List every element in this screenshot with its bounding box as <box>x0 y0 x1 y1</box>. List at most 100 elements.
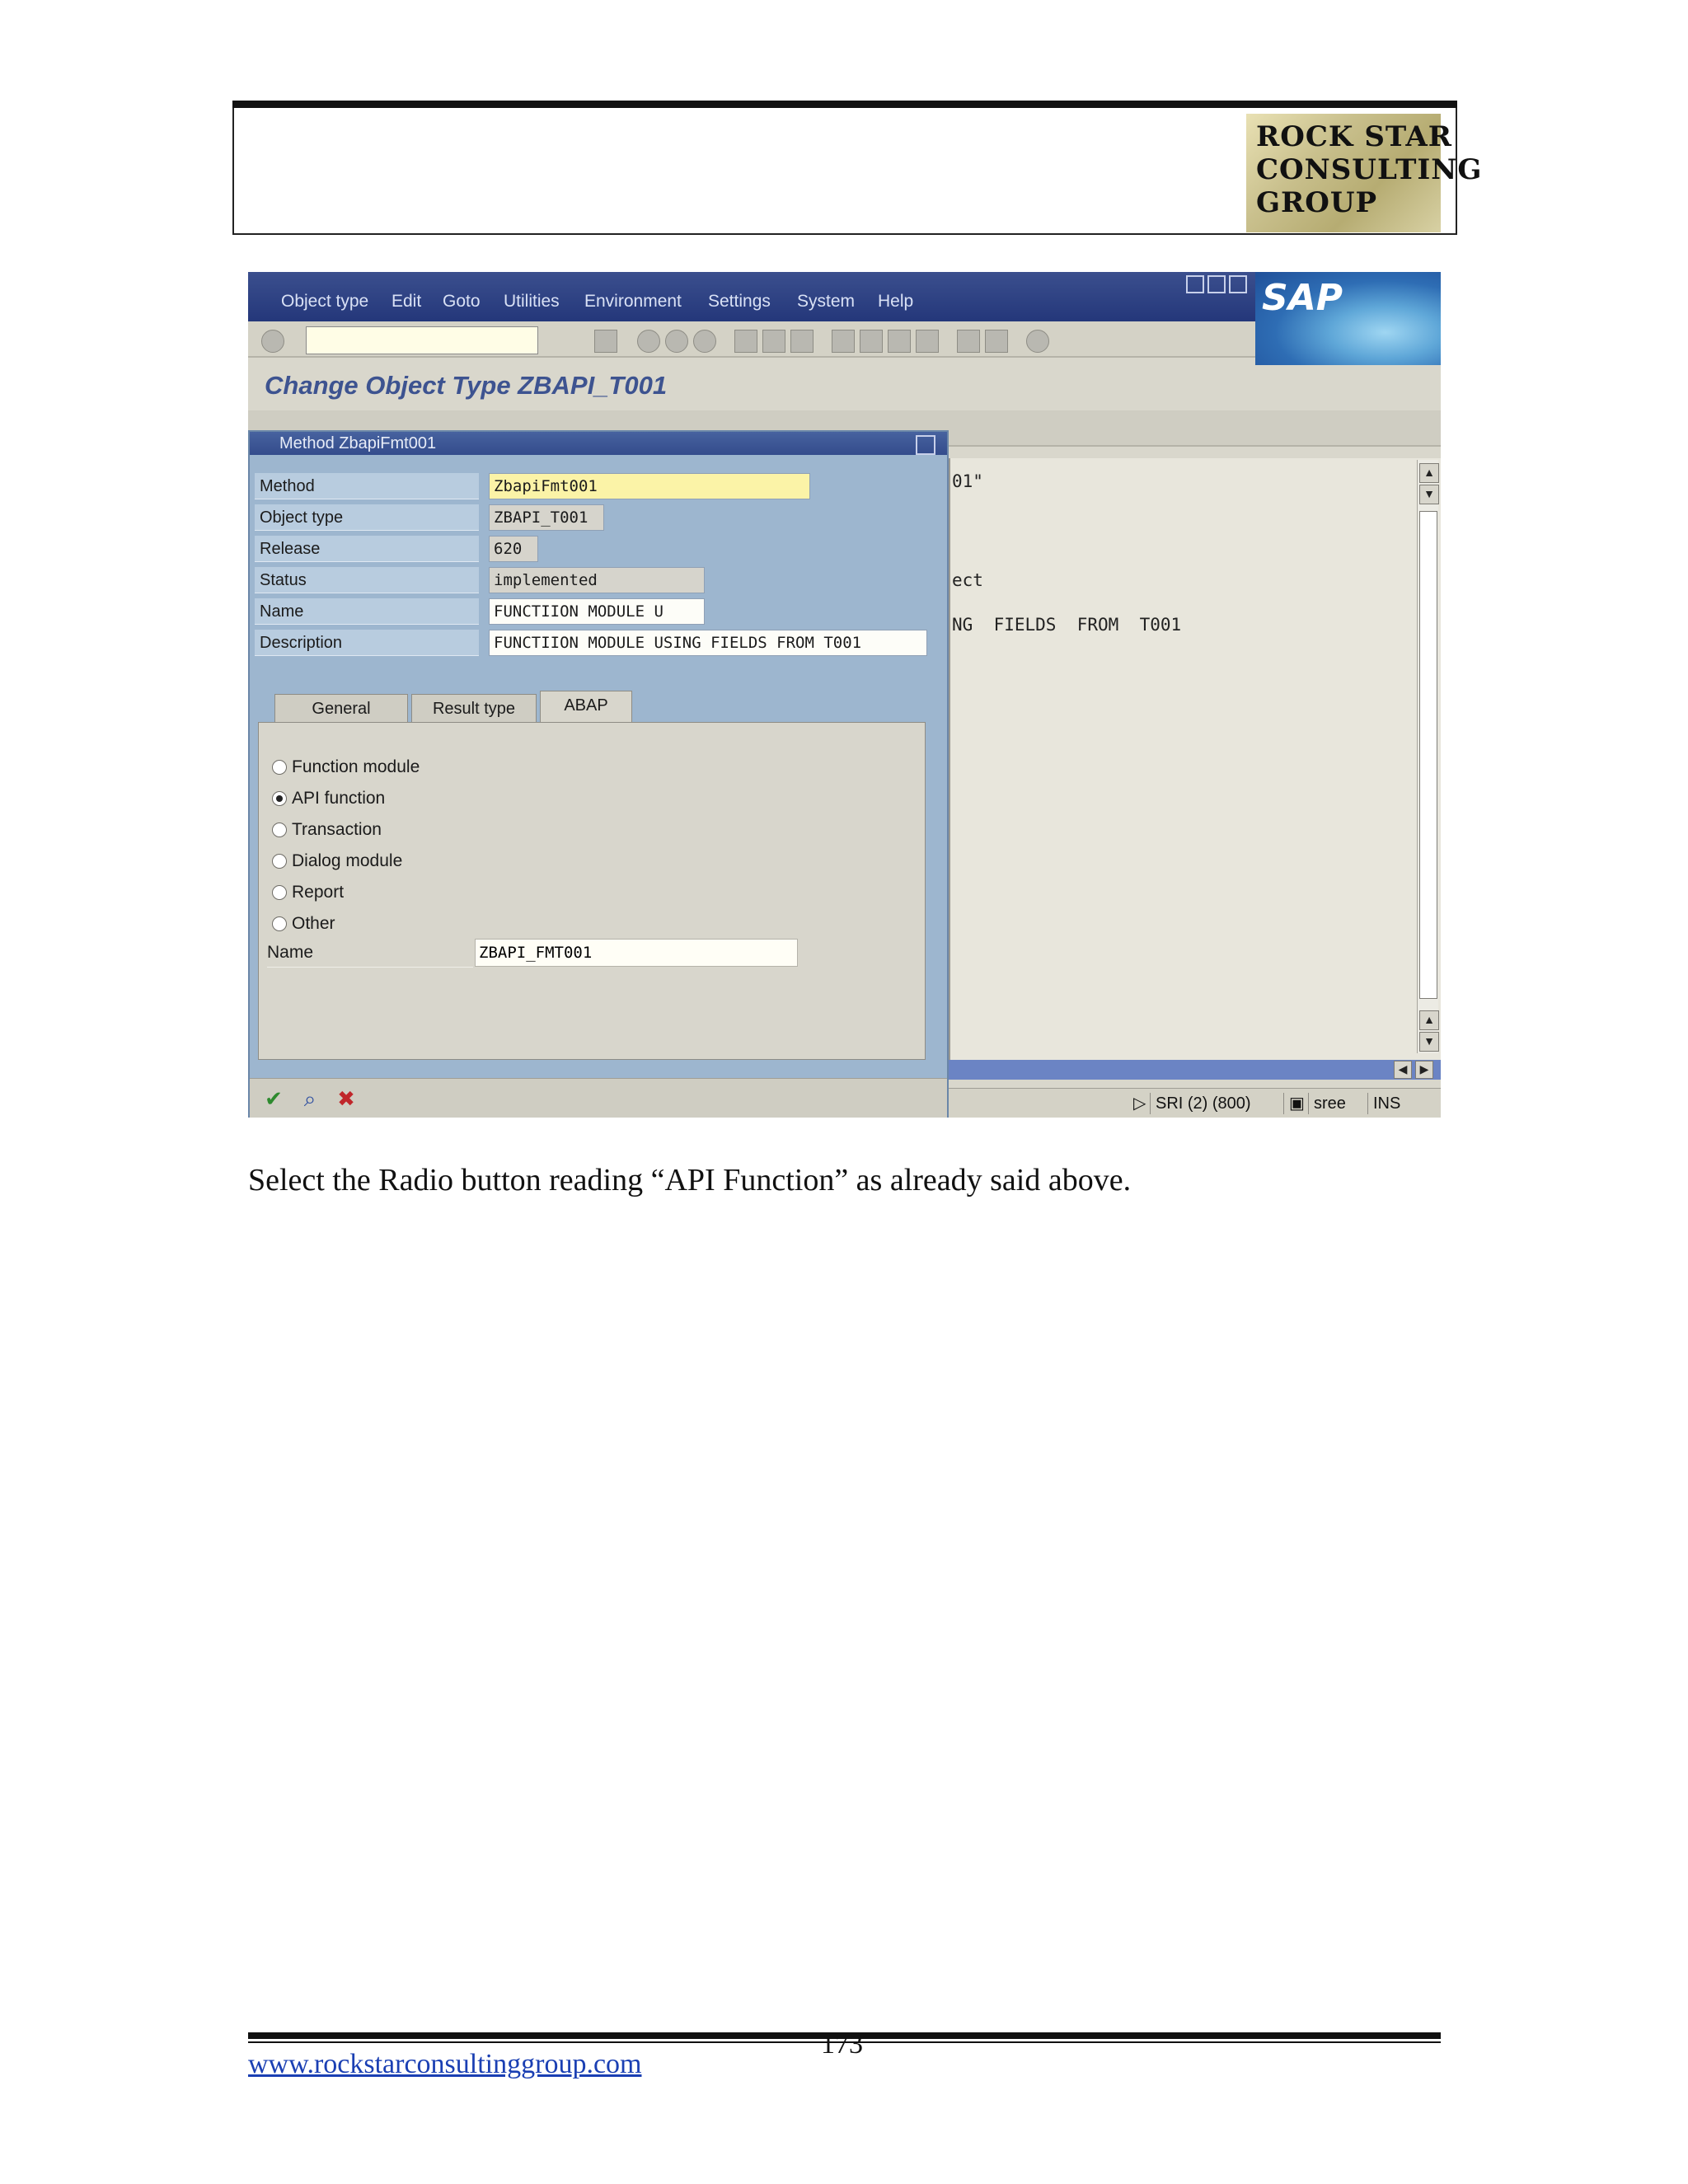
menu-edit[interactable]: Edit <box>392 292 421 312</box>
help-icon[interactable] <box>1026 330 1049 353</box>
field-object-type: Object type ZBAPI_T001 <box>255 504 815 531</box>
page-up-icon[interactable]: ▼ <box>1419 485 1439 504</box>
instruction-text: Select the Radio button reading “API Fun… <box>248 1163 1132 1197</box>
logo-line-1: ROCK STAR <box>1256 120 1452 153</box>
description-label: Description <box>255 630 479 656</box>
radio-button-icon[interactable] <box>272 854 287 869</box>
name-label: Name <box>255 598 479 625</box>
last-page-icon[interactable] <box>916 330 939 353</box>
description-input[interactable]: FUNCTIION MODULE USING FIELDS FROM T001 <box>489 630 927 656</box>
radio-button-icon[interactable] <box>272 885 287 900</box>
find-icon[interactable] <box>762 330 785 353</box>
exit-icon[interactable] <box>665 330 688 353</box>
abap-name-input[interactable]: ZBAPI_FMT001 <box>475 939 798 967</box>
object-type-label: Object type <box>255 504 479 531</box>
status-server-icon[interactable]: ▣ <box>1283 1093 1310 1114</box>
next-page-icon[interactable] <box>888 330 911 353</box>
tab-result-type[interactable]: Result type <box>411 694 537 724</box>
cancel-icon[interactable] <box>693 330 716 353</box>
vertical-scrollbar[interactable]: ▲ ▼ ▲ ▼ <box>1417 460 1439 1053</box>
new-session-icon[interactable] <box>957 330 980 353</box>
field-status: Status implemented <box>255 567 815 593</box>
sap-screenshot: Object type Edit Goto Utilities Environm… <box>248 272 1441 1118</box>
release-value: 620 <box>489 536 538 562</box>
company-logo: ROCK STAR CONSULTING GROUP <box>1246 114 1483 232</box>
radio-function-module-label: Function module <box>292 757 420 776</box>
radio-button-icon[interactable] <box>272 823 287 837</box>
radio-button-icon[interactable] <box>272 916 287 931</box>
background-text-3: NG FIELDS FROM T001 <box>952 615 1182 635</box>
first-page-icon[interactable] <box>832 330 855 353</box>
cancel-icon[interactable]: ✖ <box>332 1085 360 1112</box>
method-dialog: Method ZbapiFmt001 Method ZbapiFmt001 Ob… <box>248 430 949 1118</box>
radio-dialog-module-label: Dialog module <box>292 851 403 870</box>
background-text-2: ect <box>952 570 983 590</box>
abap-tab-panel: Function module API function Transaction… <box>258 722 926 1060</box>
background-editor: 01" ect NG FIELDS FROM T001 <box>949 458 1441 1070</box>
field-release: Release 620 <box>255 536 815 562</box>
save-icon[interactable] <box>594 330 617 353</box>
method-label: Method <box>255 473 479 499</box>
enter-icon[interactable] <box>261 330 284 353</box>
footer-link[interactable]: www.rockstarconsultinggroup.com <box>248 2049 641 2080</box>
close-window-icon[interactable] <box>1229 275 1247 293</box>
dialog-close-icon[interactable] <box>916 435 935 455</box>
scroll-up-icon[interactable]: ▲ <box>1419 463 1439 483</box>
dialog-title-text: Method ZbapiFmt001 <box>279 434 437 452</box>
screen-title: Change Object Type ZBAPI_T001 <box>265 371 668 400</box>
radio-button-selected-icon[interactable] <box>272 791 287 806</box>
status-server: sree <box>1308 1093 1351 1114</box>
menu-environment[interactable]: Environment <box>584 292 682 312</box>
shortcut-icon[interactable] <box>985 330 1008 353</box>
radio-report-label: Report <box>292 883 345 902</box>
status-bar: ▷ SRI (2) (800) ▣ sree INS <box>949 1088 1441 1118</box>
confirm-icon[interactable]: ✔ <box>260 1085 288 1112</box>
abap-name-label: Name <box>267 939 473 968</box>
scroll-left-icon[interactable]: ◀ <box>1394 1061 1412 1079</box>
tab-general[interactable]: General <box>274 694 408 724</box>
scroll-thumb[interactable] <box>1419 511 1437 999</box>
object-type-value: ZBAPI_T001 <box>489 504 604 531</box>
dialog-footer: ✔ ⌕ ✖ <box>250 1078 947 1118</box>
horizontal-scrollbar[interactable]: ◀ ▶ <box>949 1060 1441 1080</box>
menu-settings[interactable]: Settings <box>708 292 771 312</box>
print-icon[interactable] <box>734 330 757 353</box>
status-label: Status <box>255 567 479 593</box>
page-number: 173 <box>821 2029 863 2060</box>
dialog-title: Method ZbapiFmt001 <box>250 432 947 455</box>
status-value: implemented <box>489 567 705 593</box>
status-system: SRI (2) (800) <box>1150 1093 1256 1114</box>
name-input[interactable]: FUNCTIION MODULE U <box>489 598 705 625</box>
method-input[interactable]: ZbapiFmt001 <box>489 473 810 499</box>
logo-line-2: CONSULTING <box>1256 153 1483 186</box>
previous-page-icon[interactable] <box>860 330 883 353</box>
radio-other-label: Other <box>292 914 335 933</box>
sap-logo: SAP <box>1255 272 1441 365</box>
field-description: Description FUNCTIION MODULE USING FIELD… <box>255 630 947 656</box>
maximize-icon[interactable] <box>1207 275 1226 293</box>
sap-standard-toolbar <box>248 321 1255 358</box>
logo-line-3: GROUP <box>1256 186 1378 219</box>
radio-transaction-label: Transaction <box>292 820 382 839</box>
minimize-icon[interactable] <box>1186 275 1204 293</box>
tab-abap[interactable]: ABAP <box>540 691 632 724</box>
menu-help[interactable]: Help <box>878 292 913 312</box>
abap-name-row: Name ZBAPI_FMT001 <box>267 939 803 968</box>
radio-button-icon[interactable] <box>272 760 287 775</box>
scroll-right-icon[interactable]: ▶ <box>1415 1061 1433 1079</box>
back-icon[interactable] <box>637 330 660 353</box>
status-mode: INS <box>1367 1093 1405 1114</box>
menu-goto[interactable]: Goto <box>443 292 481 312</box>
release-label: Release <box>255 536 479 562</box>
status-arrow-icon[interactable]: ▷ <box>1128 1093 1151 1114</box>
scroll-down-icon[interactable]: ▼ <box>1419 1032 1439 1052</box>
page-down-icon[interactable]: ▲ <box>1419 1010 1439 1030</box>
field-name: Name FUNCTIION MODULE U <box>255 598 815 625</box>
menu-utilities[interactable]: Utilities <box>504 292 560 312</box>
header-rule <box>232 101 1457 108</box>
menu-object-type[interactable]: Object type <box>281 292 368 312</box>
search-icon[interactable]: ⌕ <box>296 1085 324 1112</box>
menu-system[interactable]: System <box>797 292 855 312</box>
command-field[interactable] <box>306 326 538 354</box>
find-next-icon[interactable] <box>790 330 814 353</box>
